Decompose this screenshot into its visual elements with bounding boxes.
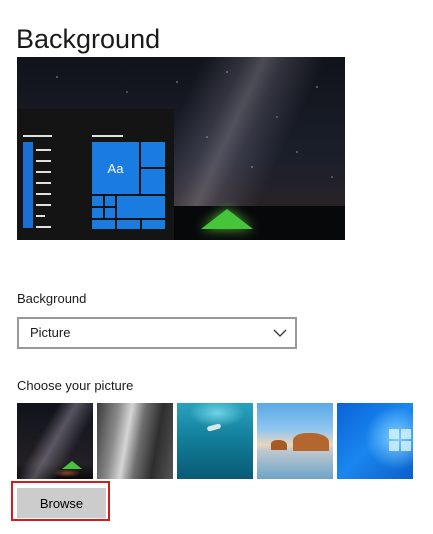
start-menu-line [36, 204, 51, 206]
start-menu-rail [23, 142, 33, 228]
rock-cliff-thumbnail[interactable] [97, 403, 173, 479]
preview-start-menu: Aa [17, 109, 174, 240]
preview-tile [117, 196, 165, 218]
chevron-down-icon [273, 329, 287, 337]
page-title: Background [16, 24, 161, 55]
browse-button[interactable]: Browse [17, 488, 106, 518]
preview-tile-aa: Aa [92, 142, 139, 194]
rock-icon [293, 433, 329, 451]
start-menu-line [36, 182, 51, 184]
preview-tiles: Aa [92, 142, 167, 229]
desktop-preview: Aa [17, 57, 345, 240]
preview-tile [105, 196, 115, 206]
underwater-swimmer-thumbnail[interactable] [177, 403, 253, 479]
preview-tile [92, 208, 103, 218]
background-label: Background [17, 291, 87, 306]
preview-tile [117, 220, 140, 229]
preview-tile [105, 208, 115, 218]
preview-tile [141, 169, 165, 194]
start-menu-line [36, 193, 51, 195]
tent-icon [62, 461, 82, 469]
preview-tent [201, 209, 253, 229]
windows-logo-icon [389, 429, 411, 451]
background-dropdown[interactable]: Picture [17, 317, 297, 349]
start-menu-line [36, 149, 51, 151]
choose-picture-label: Choose your picture [17, 378, 134, 393]
swimmer-icon [206, 423, 222, 432]
start-menu-line [36, 160, 51, 162]
start-menu-line [36, 226, 51, 228]
windows-logo-thumbnail[interactable] [337, 403, 413, 479]
preview-tile [141, 142, 165, 167]
preview-tile [142, 220, 165, 229]
beach-rocks-thumbnail[interactable] [257, 403, 333, 479]
start-menu-line [23, 135, 52, 137]
start-menu-line [36, 215, 45, 217]
background-dropdown-value: Picture [30, 325, 71, 340]
rock-icon [271, 440, 287, 450]
preview-tile [92, 196, 103, 206]
start-menu-line [36, 171, 51, 173]
start-menu-line [92, 135, 123, 137]
night-sky-tent-thumbnail[interactable] [17, 403, 93, 479]
preview-tile [92, 220, 115, 229]
